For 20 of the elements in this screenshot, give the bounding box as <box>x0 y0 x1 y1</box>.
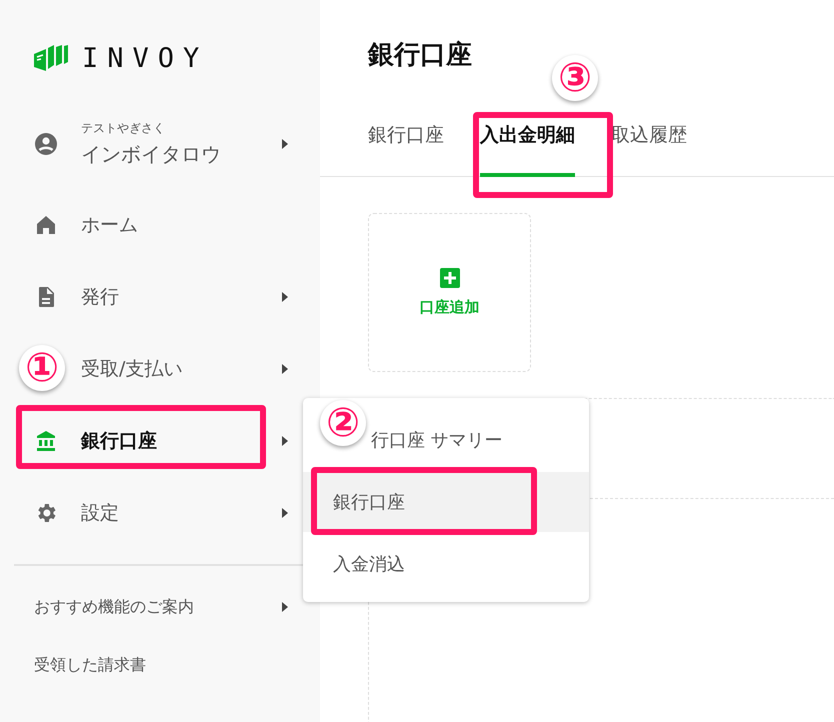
user-icon <box>34 132 58 156</box>
menu-item[interactable]: 銀行口座 <box>303 472 589 532</box>
tab[interactable]: 入出金明細 <box>480 122 575 177</box>
sidebar-link[interactable]: 受領した請求書 <box>0 636 320 694</box>
step-number: ③ <box>552 55 598 101</box>
sidebar-item[interactable]: 受取/支払い <box>70 333 320 405</box>
logo-text: INVOY <box>82 42 208 74</box>
sidebar-item[interactable]: ホーム <box>0 189 320 261</box>
menu-item[interactable]: 行口座 サマリー <box>369 412 589 468</box>
tab[interactable]: 銀行口座 <box>368 122 444 177</box>
logo-icon <box>34 45 68 71</box>
company-name: テストやぎさく <box>81 120 166 137</box>
sidebar-item[interactable]: 発行 <box>0 261 320 333</box>
tab[interactable]: 取込履歴 <box>611 122 687 177</box>
bank-icon <box>34 429 58 453</box>
account-menu[interactable]: テストやぎさく インボイタロウ <box>0 99 320 189</box>
user-name: インボイタロウ <box>81 141 222 168</box>
home-icon <box>34 213 58 237</box>
add-icon <box>440 268 460 288</box>
page-title: 銀行口座 <box>368 39 473 72</box>
